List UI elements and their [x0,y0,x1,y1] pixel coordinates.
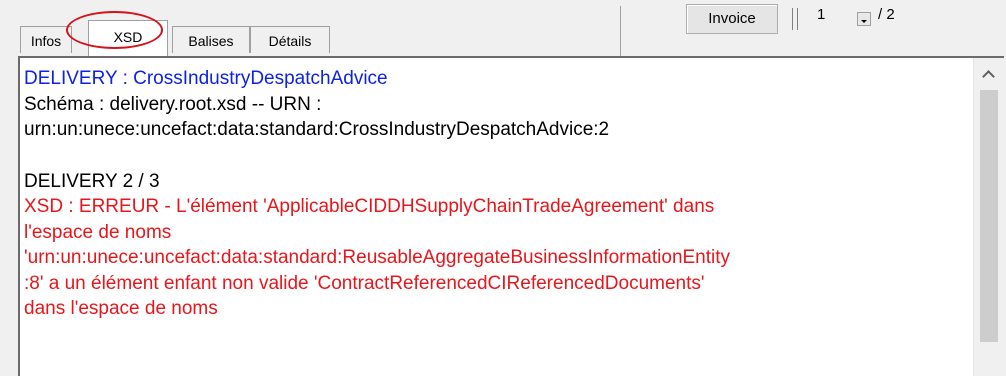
error-line: l'espace de noms [24,221,172,243]
error-line: dans l'espace de noms [24,298,218,319]
chevron-down-icon[interactable] [857,12,871,26]
tab-infos[interactable]: Infos [20,26,72,53]
tab-details[interactable]: Détails [250,26,330,53]
scroll-thumb[interactable] [980,90,998,342]
toolbar-panel [620,6,1004,57]
page-total: / 2 [878,6,895,23]
error-line: 'urn:un:unece:uncefact:data:standard:Reu… [24,247,731,268]
tab-xsd[interactable]: XSD [88,20,168,56]
urn-line: urn:un:unece:uncefact:data:standard:Cros… [24,119,610,140]
vertical-scrollbar[interactable] [973,58,1004,376]
toolbar-separator [792,8,793,30]
delivery-header: DELIVERY : CrossIndustryDespatchAdvice [24,68,388,89]
page-value: 1 [817,6,826,23]
schema-line: Schéma : delivery.root.xsd -- URN : [24,93,322,115]
xsd-output-text: DELIVERY : CrossIndustryDespatchAdvice S… [24,66,974,322]
xsd-output-textarea[interactable]: DELIVERY : CrossIndustryDespatchAdvice S… [18,56,1004,376]
error-line: XSD : ERREUR - L'élément 'ApplicableCIDD… [24,196,715,217]
toolbar-separator [797,8,798,30]
scroll-up-icon[interactable] [974,60,1004,88]
delivery-count: DELIVERY 2 / 3 [24,170,160,192]
error-line: :8' a un élément enfant non valide 'Cont… [24,272,705,294]
invoice-button[interactable]: Invoice [686,4,778,34]
page-selector[interactable]: 1 [813,6,875,28]
tab-balises[interactable]: Balises [172,26,250,53]
